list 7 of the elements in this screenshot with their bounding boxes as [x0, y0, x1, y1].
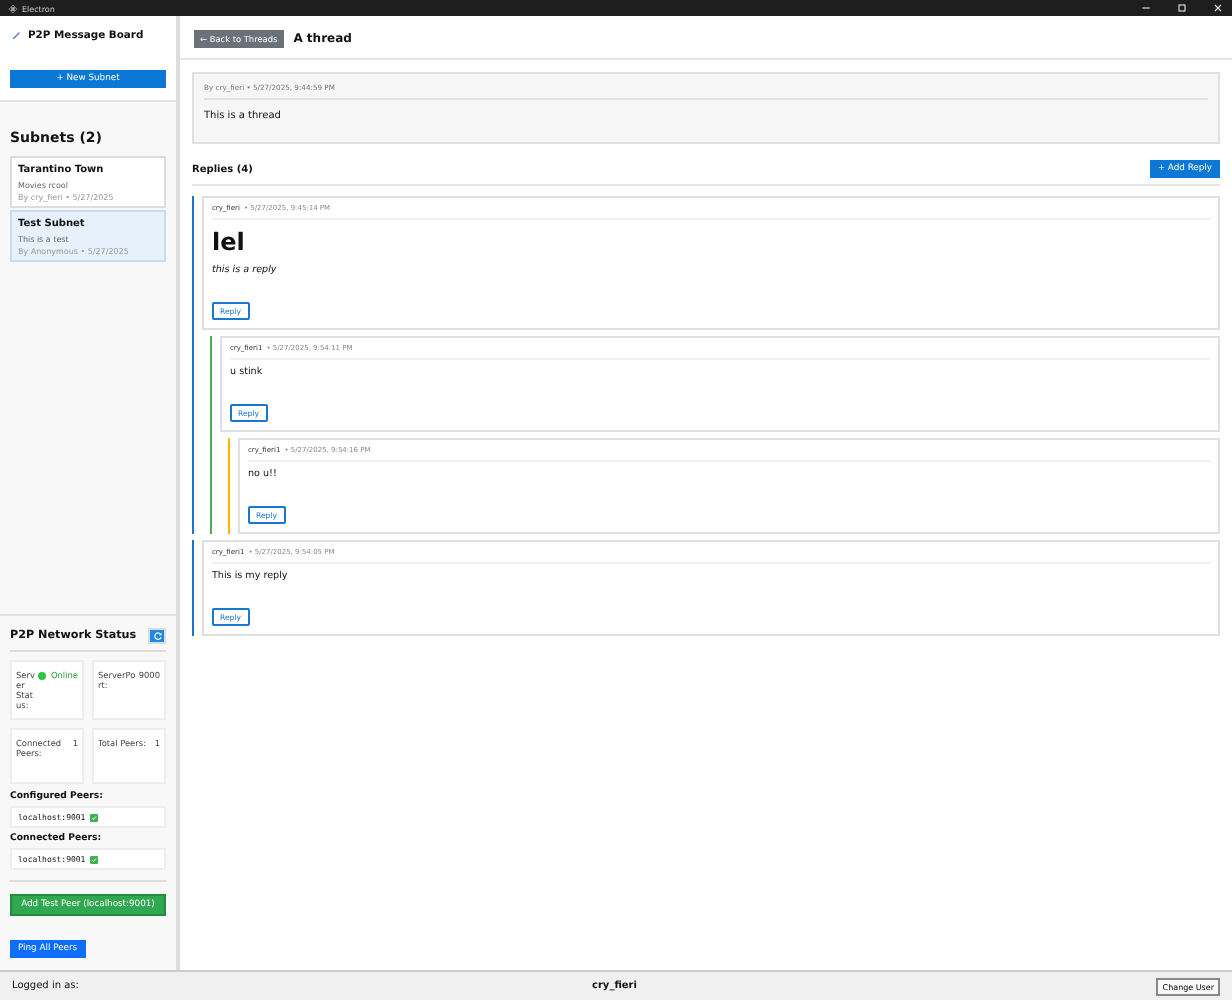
atom-icon — [8, 3, 18, 13]
pencil-icon — [10, 30, 22, 42]
minimize-icon[interactable] — [1140, 2, 1152, 14]
close-icon[interactable] — [1212, 2, 1224, 14]
refresh-button[interactable] — [148, 628, 166, 644]
maximize-icon[interactable] — [1176, 2, 1188, 14]
reply-heading: lel — [212, 228, 247, 256]
